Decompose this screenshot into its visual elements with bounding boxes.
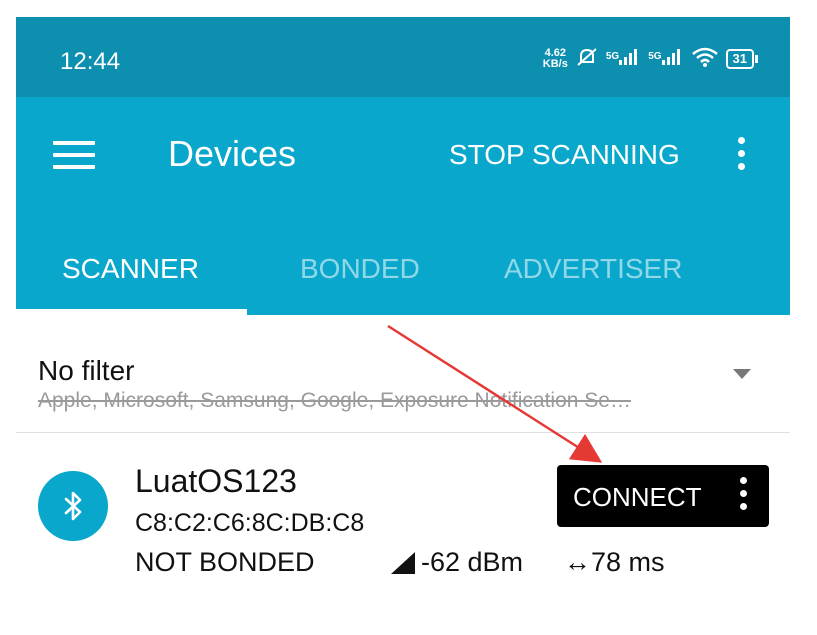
annotation-arrow — [387, 324, 603, 463]
